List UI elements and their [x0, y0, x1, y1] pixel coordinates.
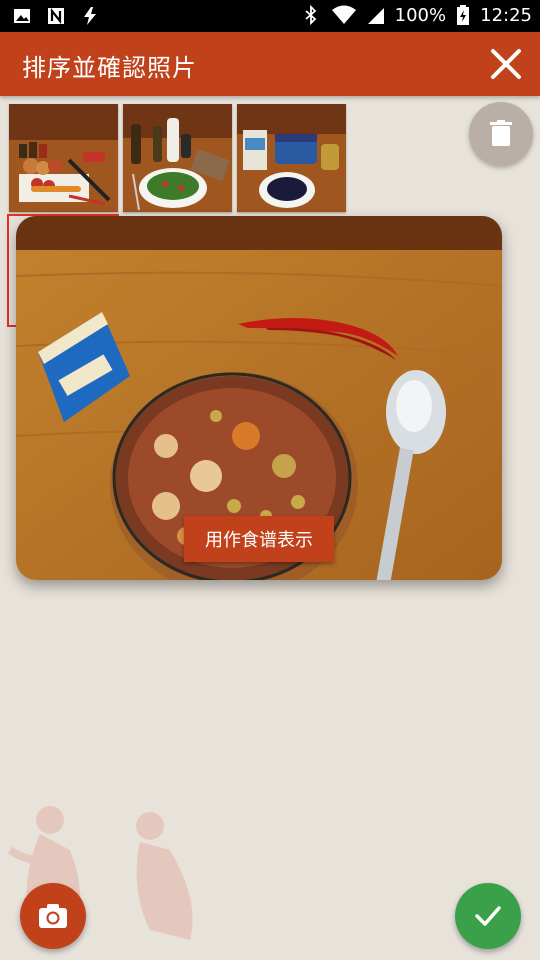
- wifi-icon: [331, 5, 356, 24]
- image-icon: [14, 9, 30, 23]
- battery-charging-icon: [457, 5, 470, 25]
- close-button[interactable]: [486, 44, 526, 84]
- status-bar: 100% 12:25: [0, 0, 540, 32]
- use-as-recipe-image-button[interactable]: 用作食谱表示: [184, 516, 334, 562]
- thumbnail-ingredients[interactable]: [9, 104, 118, 212]
- thumbnail-blueberries[interactable]: [237, 104, 346, 212]
- trash-icon: [490, 120, 512, 146]
- check-icon: [475, 906, 501, 926]
- camera-button[interactable]: [20, 883, 86, 949]
- close-icon: [491, 49, 521, 79]
- page-title: 排序並確認照片: [22, 54, 197, 82]
- bluetooth-icon: [305, 5, 316, 25]
- clock: 12:25: [480, 4, 532, 26]
- flash-icon: [84, 7, 96, 25]
- app-bar: 排序並確認照片: [0, 32, 540, 96]
- battery-percent: 100%: [394, 4, 447, 26]
- n-notification-icon: [48, 7, 64, 25]
- signal-icon: [367, 8, 384, 24]
- delete-button[interactable]: [469, 102, 533, 166]
- thumbnail-salad[interactable]: [123, 104, 232, 212]
- camera-icon: [39, 904, 67, 928]
- confirm-button[interactable]: [455, 883, 521, 949]
- photo-thumbnail-strip: [9, 104, 346, 212]
